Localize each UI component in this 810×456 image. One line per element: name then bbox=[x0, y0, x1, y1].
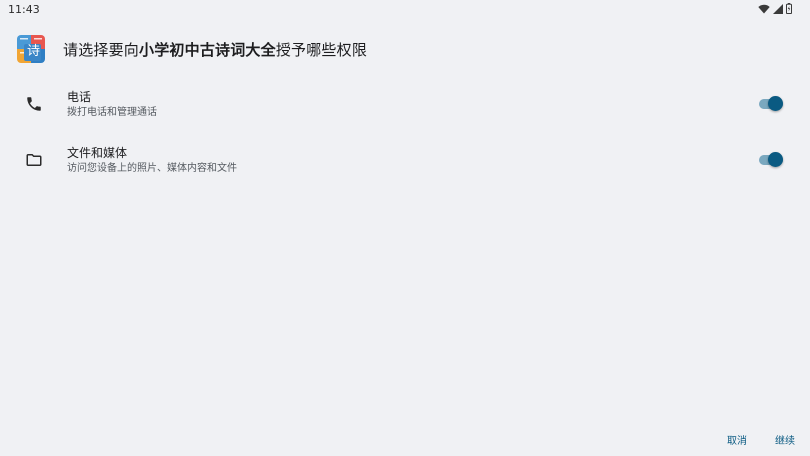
status-bar: 11:43 bbox=[0, 0, 810, 18]
phone-icon bbox=[25, 95, 43, 113]
status-icons bbox=[758, 3, 792, 14]
permission-list: 电话 拨打电话和管理通话 文件和媒体 访问您设备上的照片、媒体内容和文件 bbox=[0, 77, 810, 189]
continue-button[interactable]: 继续 bbox=[775, 432, 795, 447]
battery-icon bbox=[786, 3, 792, 14]
permission-header: 诗 请选择要向小学初中古诗词大全授予哪些权限 bbox=[17, 35, 367, 63]
app-icon-char: 诗 bbox=[27, 44, 41, 59]
permission-title: 文件和媒体 bbox=[67, 146, 128, 160]
files-media-permission-toggle[interactable] bbox=[758, 151, 784, 169]
permission-text: 电话 拨打电话和管理通话 bbox=[67, 90, 157, 120]
title-prefix: 请选择要向 bbox=[63, 40, 140, 59]
cancel-button[interactable]: 取消 bbox=[727, 432, 747, 447]
permission-item-files-media[interactable]: 文件和媒体 访问您设备上的照片、媒体内容和文件 bbox=[0, 133, 810, 189]
permission-description: 拨打电话和管理通话 bbox=[67, 107, 157, 118]
phone-permission-toggle[interactable] bbox=[758, 95, 784, 113]
permission-text: 文件和媒体 访问您设备上的照片、媒体内容和文件 bbox=[67, 146, 237, 176]
wifi-icon bbox=[758, 4, 770, 14]
status-time: 11:43 bbox=[8, 3, 40, 16]
permission-title: 电话 bbox=[67, 90, 92, 104]
permission-description: 访问您设备上的照片、媒体内容和文件 bbox=[67, 163, 237, 174]
permission-item-phone[interactable]: 电话 拨打电话和管理通话 bbox=[0, 77, 810, 133]
shici-app-icon: 诗 bbox=[17, 35, 45, 63]
title-app-name: 小学初中古诗词大全 bbox=[139, 40, 276, 59]
cell-signal-icon bbox=[773, 3, 783, 14]
toggle-thumb bbox=[768, 96, 783, 111]
folder-icon bbox=[25, 151, 43, 169]
page-title: 请选择要向小学初中古诗词大全授予哪些权限 bbox=[63, 39, 367, 60]
title-suffix: 授予哪些权限 bbox=[275, 40, 368, 59]
toggle-thumb bbox=[768, 152, 783, 167]
